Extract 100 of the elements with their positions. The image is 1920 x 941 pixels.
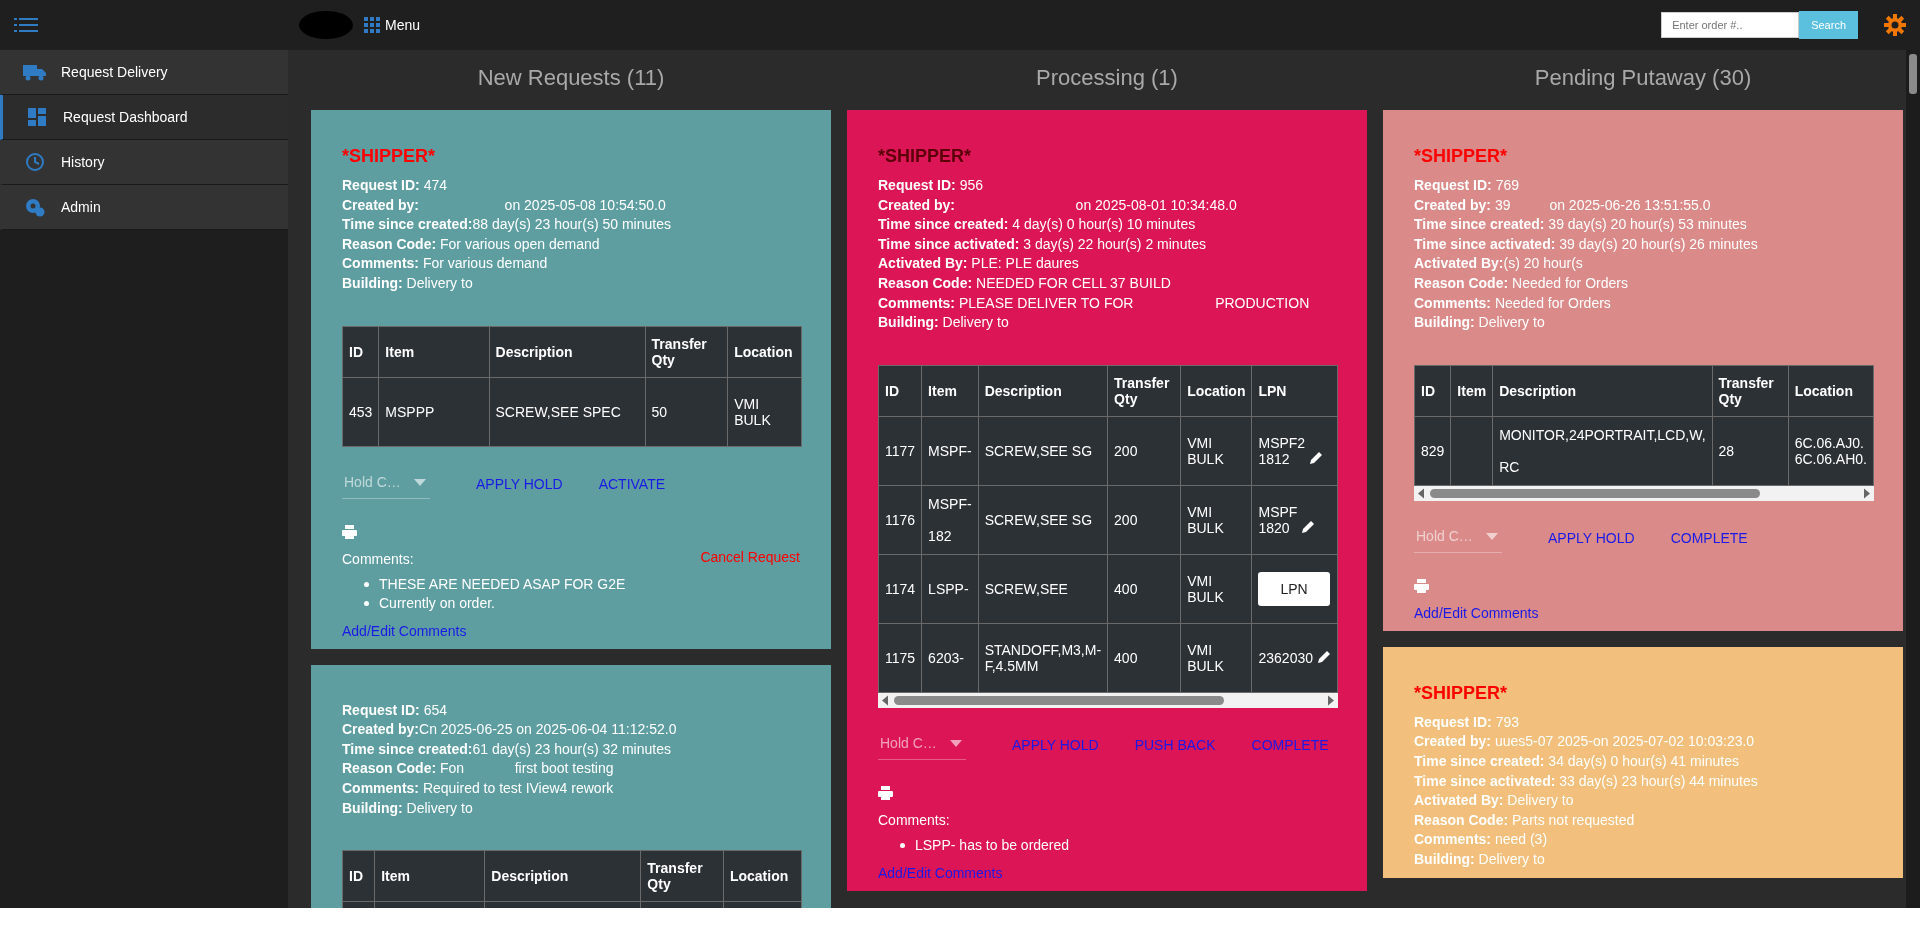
detail-line: Building: Delivery to bbox=[1414, 313, 1546, 333]
hold-dropdown[interactable]: Hold C… bbox=[342, 468, 430, 500]
detail-line: Created by: uues5-07 2025-on 2025-07-02 10:03:23.0 bbox=[1414, 732, 1756, 752]
menu-icon[interactable] bbox=[14, 18, 38, 32]
print-icon[interactable] bbox=[342, 524, 357, 539]
column-header: ID bbox=[878, 365, 922, 417]
detail-line: Created by: 39 on 2025-06-26 13:51:55.0 bbox=[1414, 195, 1712, 215]
detail-line: Time since activated: 39 day(s) 20 hour(s) 26 minutes bbox=[1414, 234, 1759, 254]
table-cell: MSPF2 1812 bbox=[1258, 434, 1306, 467]
table-cell: 1177 bbox=[878, 416, 922, 486]
table-cell: 400 bbox=[1107, 623, 1181, 693]
clock-icon bbox=[23, 152, 47, 172]
detail-line: Building: Delivery to bbox=[1414, 849, 1546, 869]
column-header: Item bbox=[1450, 365, 1493, 417]
comment-text: THESE ARE NEEDED ASAP FOR G2E bbox=[379, 574, 626, 594]
sidebar-item[interactable]: History bbox=[0, 140, 288, 185]
sidebar-item[interactable]: Request Dashboard bbox=[0, 95, 288, 140]
action-link[interactable]: APPLY HOLD bbox=[1012, 736, 1099, 753]
column-header: Item bbox=[378, 326, 489, 378]
detail-line: Comments: PLEASE DELIVER TO FOR PRODUCTION bbox=[878, 293, 1311, 313]
column-header: ID bbox=[1414, 365, 1451, 417]
pencil-icon[interactable] bbox=[1309, 450, 1324, 465]
table-cell: VMI BULK bbox=[1180, 416, 1252, 486]
table-cell: 200 bbox=[1107, 485, 1181, 555]
table-cell: SCREW,SEE bbox=[978, 554, 1108, 624]
column-header: Item bbox=[921, 365, 979, 417]
detail-line: Building: Delivery to bbox=[878, 313, 1010, 333]
column-header: Item bbox=[374, 850, 485, 902]
lpn-button[interactable]: LPN bbox=[1258, 571, 1330, 606]
detail-line: Reason Code: NEEDED FOR CELL 37 BUILD bbox=[878, 273, 1172, 293]
table-cell: 453 bbox=[342, 377, 379, 447]
pencil-icon[interactable] bbox=[1301, 519, 1316, 534]
table-cell: STANDOFF,M3,M- F,4.5MM bbox=[978, 623, 1108, 693]
column-header: Location bbox=[723, 850, 802, 902]
add-edit-comments-link[interactable]: Add/Edit Comments bbox=[878, 862, 1070, 883]
detail-line: Comments: Required to test IView4 rework bbox=[342, 778, 615, 798]
hold-dropdown[interactable]: Hold C… bbox=[1414, 522, 1502, 554]
detail-line: Request ID: 474 bbox=[342, 176, 449, 195]
column-header: Description bbox=[484, 850, 641, 902]
column-header: Transfer Qty bbox=[1107, 365, 1181, 417]
table-cell: LSPP- bbox=[921, 554, 979, 624]
detail-line: Request ID: 769 bbox=[1414, 176, 1521, 195]
table-cell: 1175 bbox=[878, 623, 922, 693]
table-cell: 829 bbox=[1414, 416, 1451, 486]
print-icon[interactable] bbox=[878, 785, 893, 800]
table-cell: MSPF 1820 bbox=[1258, 503, 1298, 536]
action-link[interactable]: APPLY HOLD bbox=[476, 475, 563, 492]
caret-icon bbox=[414, 478, 426, 486]
shipper-title: *SHIPPER* bbox=[878, 146, 973, 167]
table-cell: VMI BULK bbox=[727, 377, 802, 447]
sidebar-item[interactable]: Request Delivery bbox=[0, 50, 288, 95]
column-header: Description bbox=[489, 326, 646, 378]
detail-line: Reason Code: Parts not requested bbox=[1414, 810, 1636, 830]
caret-icon bbox=[950, 739, 962, 747]
search-button[interactable]: Search bbox=[1799, 11, 1858, 39]
table-cell: MONITOR,24PORTRAIT,LCD,W, RC bbox=[1492, 416, 1713, 486]
action-link[interactable]: COMPLETE bbox=[1251, 736, 1329, 753]
bullet-icon bbox=[364, 581, 369, 587]
sidebar-item[interactable]: Admin bbox=[0, 185, 288, 230]
table-cell: 50 bbox=[645, 377, 728, 447]
table-cell: 1176 bbox=[878, 485, 922, 555]
detail-line: Activated By: Delivery to bbox=[1414, 791, 1575, 811]
table-cell: SCREW,SEE SPEC bbox=[489, 377, 646, 447]
vertical-scrollbar[interactable] bbox=[1906, 50, 1920, 908]
add-edit-comments-link[interactable]: Add/Edit Comments bbox=[1414, 602, 1539, 623]
column-header: Location bbox=[1788, 365, 1874, 417]
detail-line: Comments: need (3) bbox=[1414, 830, 1549, 850]
detail-line: Request ID: 956 bbox=[878, 176, 985, 195]
action-link[interactable]: COMPLETE bbox=[1670, 529, 1748, 546]
table-cell: VMI BULK bbox=[1180, 554, 1252, 624]
column-header: Description bbox=[978, 365, 1108, 417]
detail-line: Time since created: 39 day(s) 20 hour(s) 53 minutes bbox=[1414, 215, 1748, 235]
hold-dropdown[interactable]: Hold C… bbox=[878, 729, 966, 761]
pencil-icon[interactable] bbox=[1317, 649, 1331, 664]
comments-label: Comments: bbox=[878, 810, 951, 830]
column-title: Processing (1) bbox=[1035, 64, 1179, 92]
column-header: LPN bbox=[1252, 365, 1338, 417]
detail-line: Comments: Needed for Orders bbox=[1414, 293, 1612, 313]
table-cell: MSPPP bbox=[378, 377, 489, 447]
table-cell: MSPF- 182 bbox=[921, 485, 979, 555]
action-link[interactable]: ACTIVATE bbox=[598, 475, 666, 492]
search-field[interactable]: Enter order #.. bbox=[1661, 12, 1800, 38]
column-header: Transfer Qty bbox=[645, 326, 728, 378]
shipper-title: *SHIPPER* bbox=[1414, 146, 1509, 167]
action-link[interactable]: APPLY HOLD bbox=[1548, 529, 1635, 546]
menu-button[interactable]: Menu bbox=[364, 17, 421, 33]
detail-line: Request ID: 793 bbox=[1414, 712, 1521, 732]
table-cell: SCREW,SEE SG bbox=[978, 416, 1108, 486]
comments-label: Comments: bbox=[342, 549, 415, 569]
detail-line: Time since created:61 day(s) 23 hour(s) 32 minutes bbox=[342, 739, 672, 759]
table-cell: 2362030 bbox=[1258, 649, 1313, 666]
action-link[interactable]: PUSH BACK bbox=[1134, 736, 1216, 753]
detail-line: Created by:Cn 2025-06-25 on 2025-06-04 11:12:52.0 bbox=[342, 720, 678, 740]
shipper-title: *SHIPPER* bbox=[1414, 682, 1509, 704]
print-icon[interactable] bbox=[1414, 578, 1429, 593]
add-edit-comments-link[interactable]: Add/Edit Comments bbox=[342, 620, 626, 641]
detail-line: Created by: on 2025-05-08 10:54:50.0 bbox=[342, 195, 667, 215]
comment-text: LSPP- has to be ordered bbox=[915, 835, 1070, 855]
detail-line: Activated By:(s) 20 hour(s bbox=[1414, 254, 1584, 274]
detail-line: Comments: For various demand bbox=[342, 254, 549, 274]
